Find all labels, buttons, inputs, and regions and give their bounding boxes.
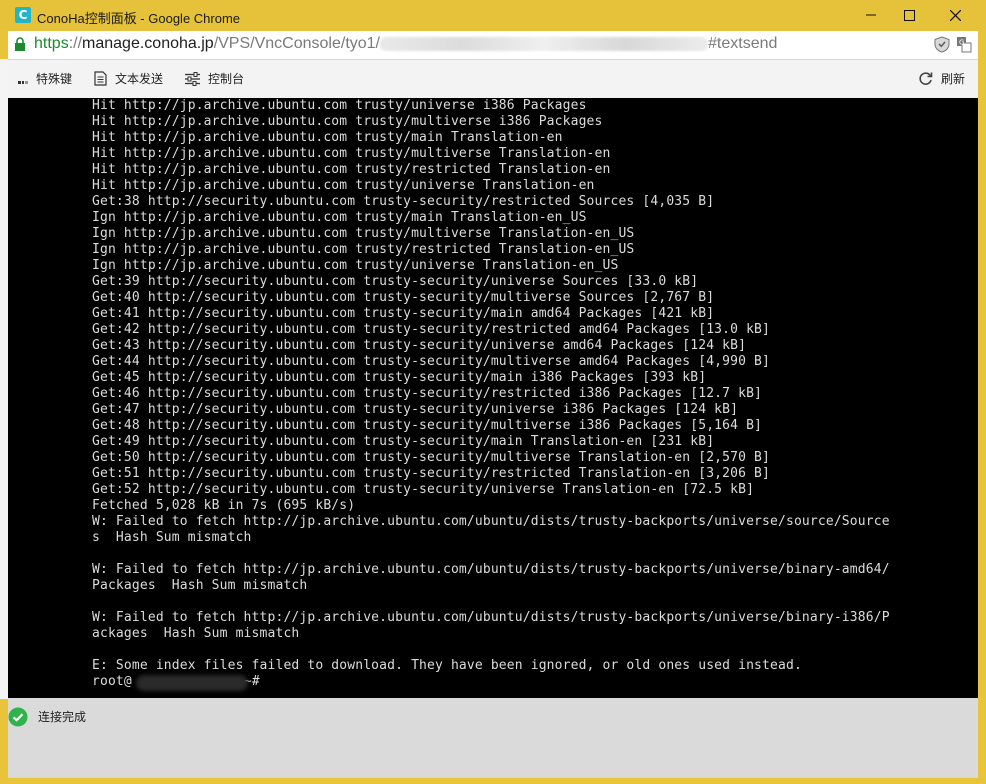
console-line: E: Some index files failed to download. … (92, 658, 802, 673)
console-line: Hit http://jp.archive.ubuntu.com trusty/… (92, 98, 587, 113)
console-line: Get:52 http://security.ubuntu.com trusty… (92, 482, 755, 497)
url-separator: :// (68, 35, 83, 52)
shell-prompt: root@ ~# (92, 674, 890, 691)
status-bar: 连接完成 (8, 698, 978, 778)
maximize-icon (903, 9, 915, 21)
console-line: Get:50 http://security.ubuntu.com trusty… (92, 450, 771, 465)
console-line: Get:46 http://security.ubuntu.com trusty… (92, 386, 763, 401)
window-title: ConoHa控制面板 - Google Chrome (37, 11, 241, 26)
url-text[interactable]: https://manage.conoha.jp/VPS/VncConsole/… (34, 35, 777, 53)
console-line: Ign http://jp.archive.ubuntu.com trusty/… (92, 210, 587, 225)
console-line: Get:38 http://security.ubuntu.com trusty… (92, 194, 715, 209)
refresh-icon (919, 72, 933, 85)
console-line: Get:42 http://security.ubuntu.com trusty… (92, 322, 771, 337)
console-line: W: Failed to fetch http://jp.archive.ubu… (92, 514, 890, 529)
url-scheme: https (34, 35, 69, 52)
connection-status-text: 连接完成 (38, 710, 87, 724)
url-fragment: #textsend (708, 35, 778, 52)
console-line: Get:39 http://security.ubuntu.com trusty… (92, 274, 699, 289)
prompt-prefix: root@ (92, 674, 132, 689)
console-line: Packages Hash Sum mismatch (92, 578, 308, 593)
refresh-button[interactable]: 刷新 (918, 60, 965, 98)
console-line: ackages Hash Sum mismatch (92, 626, 300, 641)
console-line: Get:45 http://security.ubuntu.com trusty… (92, 370, 707, 385)
console-button[interactable]: 控制台 (185, 60, 244, 98)
refresh-label: 刷新 (941, 72, 966, 86)
translate-icon[interactable]: G (956, 36, 972, 53)
sliders-icon (185, 71, 200, 86)
console-line: Fetched 5,028 kB in 7s (695 kB/s) (92, 498, 356, 513)
document-icon (94, 71, 107, 86)
console-line: Hit http://jp.archive.ubuntu.com trusty/… (92, 162, 611, 177)
console-line: Get:51 http://security.ubuntu.com trusty… (92, 466, 771, 481)
check-circle-icon (8, 707, 28, 727)
url-path: /VPS/VncConsole/tyo1/ (213, 35, 380, 52)
redacted-url-segment (380, 36, 708, 51)
svg-text:G: G (959, 39, 964, 47)
console-label: 控制台 (208, 72, 245, 86)
console-line: Get:40 http://security.ubuntu.com trusty… (92, 290, 715, 305)
address-bar[interactable]: https://manage.conoha.jp/VPS/VncConsole/… (8, 31, 978, 60)
console-line: Get:43 http://security.ubuntu.com trusty… (92, 338, 747, 353)
console-line: Ign http://jp.archive.ubuntu.com trusty/… (92, 226, 635, 241)
send-text-label: 文本发送 (115, 72, 164, 86)
send-text-button[interactable]: 文本发送 (94, 60, 163, 98)
conoha-app-icon: C (15, 7, 31, 23)
url-host: manage.conoha.jp (82, 35, 214, 52)
minimize-icon (866, 14, 876, 16)
shield-icon[interactable] (934, 36, 950, 53)
close-button[interactable] (932, 0, 978, 31)
keyboard-icon (18, 80, 28, 84)
console-line: Hit http://jp.archive.ubuntu.com trusty/… (92, 114, 603, 129)
special-keys-label: 特殊键 (36, 72, 73, 86)
lock-icon[interactable] (14, 37, 26, 52)
close-icon (949, 9, 961, 21)
console-line: Hit http://jp.archive.ubuntu.com trusty/… (92, 146, 611, 161)
console-output: Hit http://jp.archive.ubuntu.com trusty/… (92, 98, 890, 691)
console-line: Get:48 http://security.ubuntu.com trusty… (92, 418, 763, 433)
hostname-redaction (136, 675, 248, 691)
console-line: Get:49 http://security.ubuntu.com trusty… (92, 434, 715, 449)
console-line: Get:44 http://security.ubuntu.com trusty… (92, 354, 771, 369)
left-edge-strip (0, 59, 8, 699)
console-line: s Hash Sum mismatch (92, 530, 252, 545)
vnc-console[interactable]: Hit http://jp.archive.ubuntu.com trusty/… (8, 98, 978, 698)
console-line: Hit http://jp.archive.ubuntu.com trusty/… (92, 178, 595, 193)
console-line: Get:41 http://security.ubuntu.com trusty… (92, 306, 715, 321)
console-line: Ign http://jp.archive.ubuntu.com trusty/… (92, 258, 619, 273)
console-toolbar: 特殊键 文本发送 控制台 刷新 (8, 60, 978, 98)
console-line: W: Failed to fetch http://jp.archive.ubu… (92, 562, 890, 577)
maximize-button[interactable] (886, 0, 932, 31)
title-bar: C ConoHa控制面板 - Google Chrome (0, 0, 986, 31)
console-line: Ign http://jp.archive.ubuntu.com trusty/… (92, 242, 635, 257)
console-line: Get:47 http://security.ubuntu.com trusty… (92, 402, 739, 417)
special-keys-button[interactable]: 特殊键 (18, 60, 72, 98)
console-line: Hit http://jp.archive.ubuntu.com trusty/… (92, 130, 563, 145)
console-line: W: Failed to fetch http://jp.archive.ubu… (92, 610, 890, 625)
